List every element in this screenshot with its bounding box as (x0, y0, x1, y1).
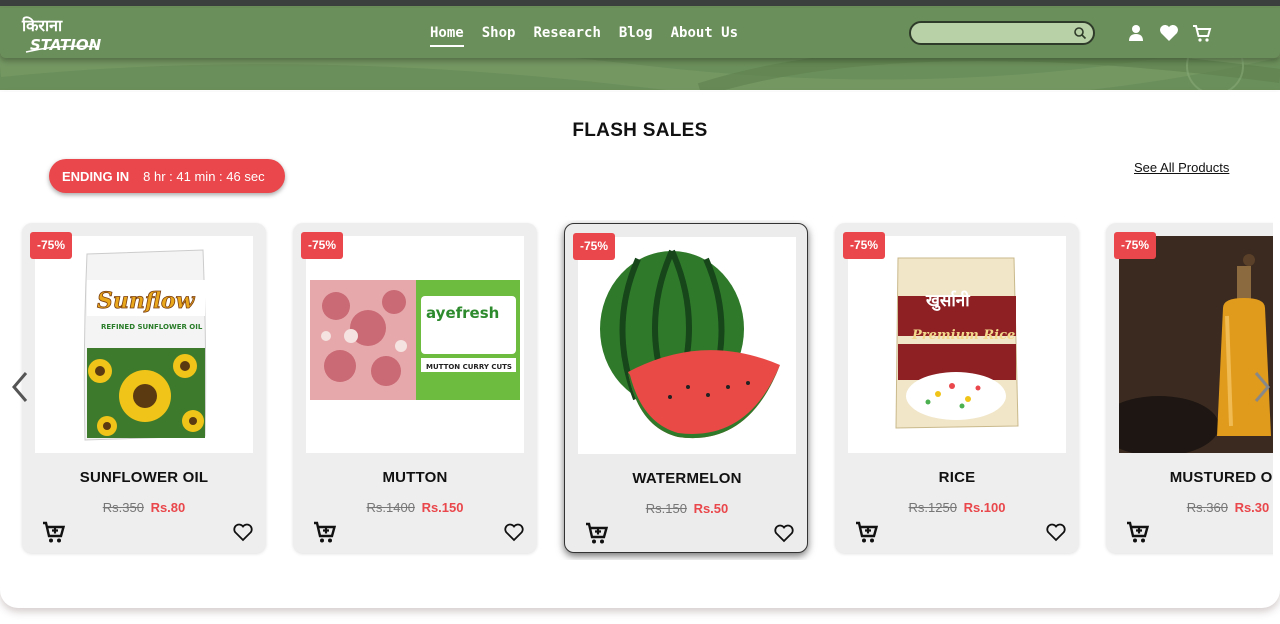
wishlist-heart-icon[interactable] (232, 521, 254, 543)
product-price: Rs.1250 Rs.100 (835, 500, 1079, 515)
countdown-timer: 8 hr : 41 min : 46 sec (143, 168, 265, 184)
search-box (909, 21, 1095, 45)
nav-blog[interactable]: Blog (619, 21, 653, 45)
countdown-badge: ENDING IN 8 hr : 41 min : 46 sec (49, 159, 285, 193)
svg-text:ayefresh: ayefresh (426, 304, 499, 322)
product-price: Rs.1400 Rs.150 (293, 500, 537, 515)
svg-text:किराना: किराना (21, 16, 63, 35)
carousel-prev-icon[interactable] (10, 370, 30, 404)
old-price: Rs.1400 (366, 500, 415, 515)
nav-home[interactable]: Home (430, 21, 464, 47)
svg-text:STATION: STATION (30, 36, 102, 54)
brand-logo[interactable]: किराना STATION (20, 14, 102, 54)
sale-price: Rs.50 (693, 501, 729, 516)
product-card[interactable]: ayefresh MUTTON CURRY CUTS -75% MUTTON R… (293, 223, 537, 553)
product-price: Rs.350 Rs.80 (22, 500, 266, 515)
old-price: Rs.150 (645, 501, 687, 516)
main-nav: Home Shop Research Blog About Us (420, 8, 756, 58)
search-input[interactable] (919, 25, 1069, 41)
add-to-cart-icon[interactable] (1126, 520, 1150, 544)
old-price: Rs.360 (1186, 500, 1228, 515)
product-image: खुर्सानी Premium Rice (848, 236, 1066, 453)
svg-text:Sunflow: Sunflow (97, 288, 196, 314)
discount-badge: -75% (843, 232, 886, 259)
add-to-cart-icon[interactable] (313, 520, 337, 544)
see-all-products-link[interactable]: See All Products (1134, 160, 1229, 175)
search-icon[interactable] (1073, 26, 1087, 40)
product-carousel: Sunflow REFINED SUNFLOWER OIL -75% SUNFL… (0, 220, 1273, 560)
add-to-cart-icon[interactable] (42, 520, 66, 544)
product-name: SUNFLOWER OIL (79, 469, 209, 486)
product-name: WATERMELON (632, 470, 742, 487)
sale-price: Rs.80 (150, 500, 186, 515)
wishlist-heart-icon[interactable] (503, 521, 525, 543)
product-image: ayefresh MUTTON CURRY CUTS (306, 236, 524, 453)
old-price: Rs.350 (102, 500, 144, 515)
discount-badge: -75% (301, 232, 344, 259)
discount-badge: -75% (1114, 232, 1157, 259)
product-name: MUSTURED OIL (1169, 469, 1273, 486)
wishlist-heart-icon[interactable] (1045, 521, 1067, 543)
add-to-cart-icon[interactable] (855, 520, 879, 544)
product-image (578, 237, 796, 454)
product-card[interactable]: खुर्सानी Premium Rice -75% RICE Rs.1250 … (835, 223, 1079, 553)
navbar: किराना STATION Home Shop Research Blog A… (0, 8, 1280, 58)
carousel-next-icon[interactable] (1252, 370, 1272, 404)
discount-badge: -75% (573, 233, 616, 260)
product-image: Sunflow REFINED SUNFLOWER OIL (35, 236, 253, 453)
svg-text:REFINED SUNFLOWER OIL: REFINED SUNFLOWER OIL (101, 323, 203, 331)
product-card[interactable]: -75% WATERMELON Rs.150 Rs.50 (564, 223, 808, 553)
add-to-cart-icon[interactable] (585, 521, 609, 545)
product-card[interactable]: Sunflow REFINED SUNFLOWER OIL -75% SUNFL… (22, 223, 266, 553)
sale-price: Rs.100 (963, 500, 1006, 515)
svg-text:खुर्सानी: खुर्सानी (925, 290, 970, 311)
svg-text:MUTTON CURRY CUTS: MUTTON CURRY CUTS (426, 363, 512, 371)
sale-price: Rs.30 (1234, 500, 1270, 515)
product-card[interactable]: -75% MUSTURED OIL Rs.360 Rs.30 (1106, 223, 1273, 553)
product-name: RICE (938, 469, 976, 486)
discount-badge: -75% (30, 232, 73, 259)
nav-shop[interactable]: Shop (482, 21, 516, 45)
cart-icon[interactable] (1191, 22, 1213, 44)
svg-text:Premium Rice: Premium Rice (911, 328, 1015, 343)
product-image (1119, 236, 1273, 453)
product-price: Rs.150 Rs.50 (565, 501, 809, 516)
user-icon[interactable] (1125, 22, 1147, 44)
ending-label: ENDING IN (62, 168, 130, 184)
product-price: Rs.360 Rs.30 (1106, 500, 1273, 515)
nav-about-us[interactable]: About Us (671, 21, 738, 45)
wishlist-heart-icon[interactable] (773, 522, 795, 544)
old-price: Rs.1250 (908, 500, 957, 515)
sale-price: Rs.150 (421, 500, 464, 515)
heart-icon[interactable] (1158, 22, 1180, 44)
product-name: MUTTON (382, 469, 448, 486)
section-title: FLASH SALES (572, 120, 708, 141)
nav-research[interactable]: Research (533, 21, 600, 45)
